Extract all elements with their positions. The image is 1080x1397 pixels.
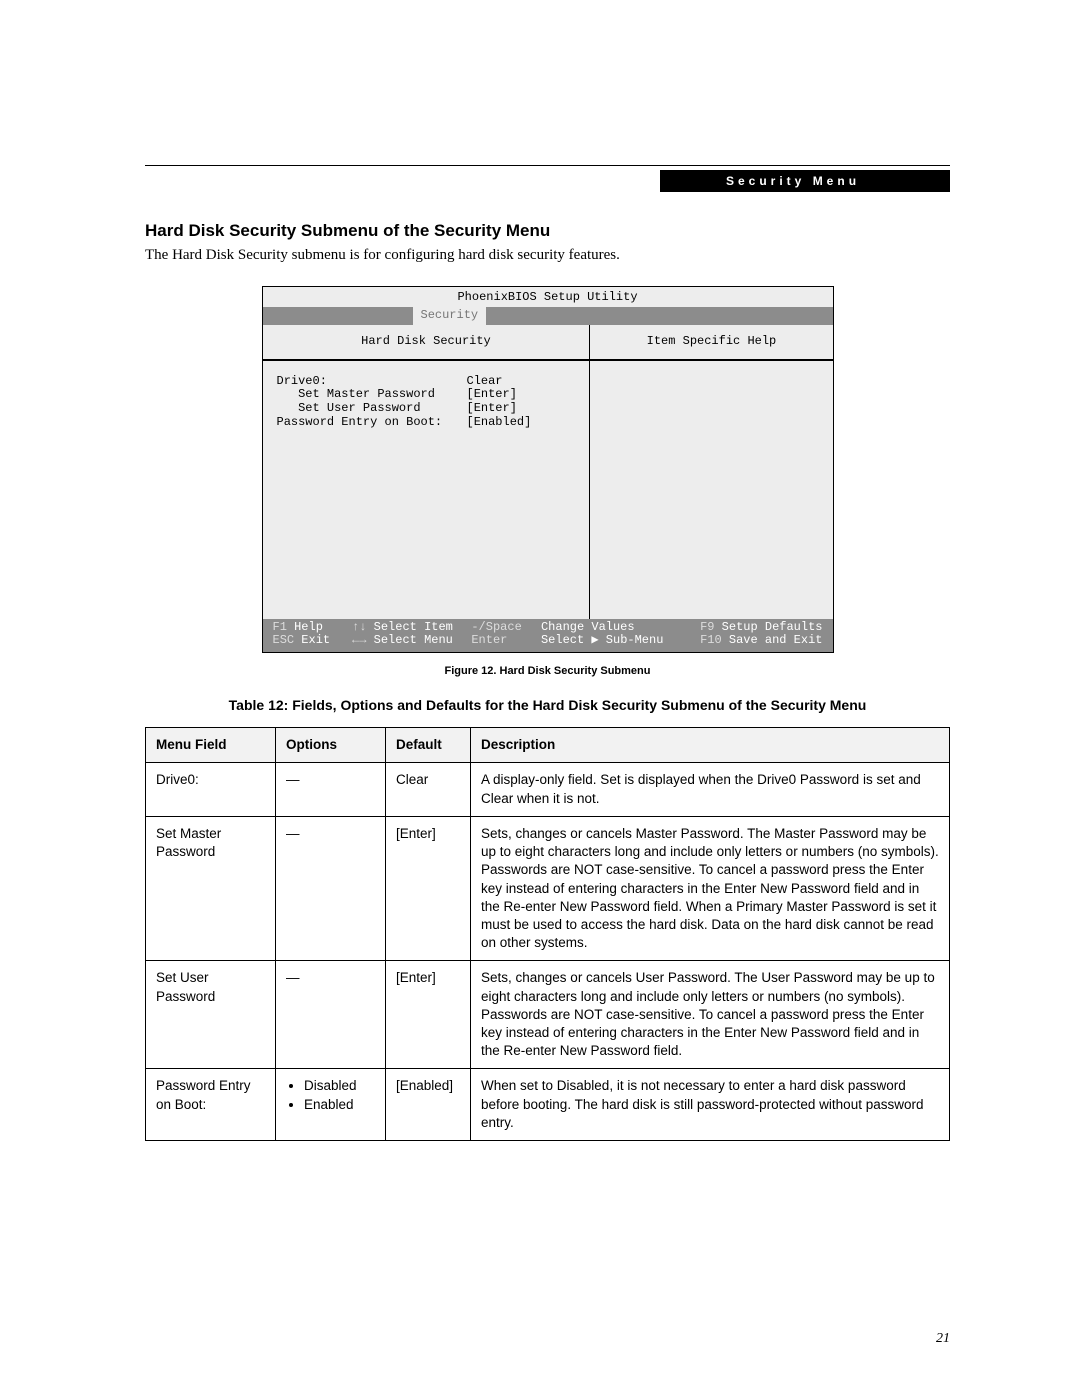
bios-menubar: Security (263, 307, 833, 325)
bios-line-value: Clear (467, 375, 503, 389)
bios-footer: F1 Help↑↓ Select Item-/SpaceChange Value… (263, 619, 833, 653)
cell-options: — (276, 961, 386, 1069)
cell-options: — (276, 816, 386, 961)
cell-description: When set to Disabled, it is not necessar… (471, 1069, 950, 1141)
bios-help-body (590, 361, 832, 619)
cell-default: [Enter] (386, 961, 471, 1069)
table-row: Set Master Password—[Enter]Sets, changes… (146, 816, 950, 961)
option-item: Enabled (304, 1096, 375, 1114)
bios-line: Drive0:Clear (277, 375, 576, 389)
bios-line-label: Set Master Password (277, 388, 467, 402)
cell-description: Sets, changes or cancels Master Password… (471, 816, 950, 961)
figure-caption: Figure 12. Hard Disk Security Submenu (145, 665, 950, 677)
bios-screenshot: PhoenixBIOS Setup Utility Security Hard … (262, 286, 834, 653)
th-options: Options (276, 728, 386, 763)
fields-table: Menu Field Options Default Description D… (145, 727, 950, 1141)
cell-field: Set User Password (146, 961, 276, 1069)
cell-options: DisabledEnabled (276, 1069, 386, 1141)
table-row: Password Entry on Boot:DisabledEnabled[E… (146, 1069, 950, 1141)
top-rule (145, 165, 950, 166)
cell-default: [Enabled] (386, 1069, 471, 1141)
cell-field: Password Entry on Boot: (146, 1069, 276, 1141)
table-header-row: Menu Field Options Default Description (146, 728, 950, 763)
bios-title: PhoenixBIOS Setup Utility (263, 287, 833, 307)
option-item: Disabled (304, 1077, 375, 1095)
bios-right-title: Item Specific Help (590, 325, 832, 359)
table-caption: Table 12: Fields, Options and Defaults f… (145, 697, 950, 713)
th-default: Default (386, 728, 471, 763)
bios-body: Drive0:Clear Set Master Password[Enter] … (263, 361, 590, 619)
cell-field: Set Master Password (146, 816, 276, 961)
bios-line-label: Drive0: (277, 375, 467, 389)
bios-footer-row: F1 Help↑↓ Select Item-/SpaceChange Value… (273, 621, 823, 635)
cell-default: [Enter] (386, 816, 471, 961)
bios-line: Password Entry on Boot:[Enabled] (277, 416, 576, 430)
bios-line-label: Password Entry on Boot: (277, 416, 467, 430)
bios-line: Set Master Password[Enter] (277, 388, 576, 402)
table-row: Set User Password—[Enter]Sets, changes o… (146, 961, 950, 1069)
intro-paragraph: The Hard Disk Security submenu is for co… (145, 247, 950, 264)
page-number: 21 (936, 1331, 950, 1347)
bios-line-label: Set User Password (277, 402, 467, 416)
bios-line-value: [Enter] (467, 388, 517, 402)
bios-footer-row: ESC Exit←→ Select MenuEnterSelect ▶ Sub-… (273, 634, 823, 648)
section-title: Hard Disk Security Submenu of the Securi… (145, 221, 950, 241)
bios-tab-security: Security (413, 307, 487, 327)
bios-line-value: [Enabled] (467, 416, 532, 430)
bios-subtitles: Hard Disk Security Item Specific Help (263, 325, 833, 360)
bios-left-title: Hard Disk Security (263, 325, 591, 359)
table-row: Drive0:—ClearA display-only field. Set i… (146, 763, 950, 816)
cell-field: Drive0: (146, 763, 276, 816)
cell-default: Clear (386, 763, 471, 816)
th-menu-field: Menu Field (146, 728, 276, 763)
cell-options: — (276, 763, 386, 816)
cell-description: Sets, changes or cancels User Password. … (471, 961, 950, 1069)
bios-line-value: [Enter] (467, 402, 517, 416)
bios-line: Set User Password[Enter] (277, 402, 576, 416)
th-description: Description (471, 728, 950, 763)
cell-description: A display-only field. Set is displayed w… (471, 763, 950, 816)
header-bar: Security Menu (660, 170, 950, 192)
